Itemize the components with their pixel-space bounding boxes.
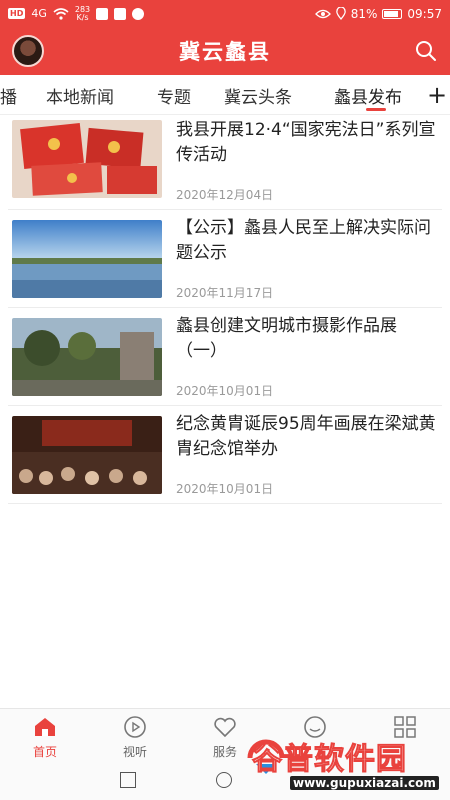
recent-apps-button[interactable]	[120, 772, 136, 788]
news-thumbnail	[12, 120, 162, 198]
status-left: HD 4G 283 K/s	[8, 5, 145, 22]
eye-icon	[314, 9, 331, 18]
add-tab-button[interactable]: +	[424, 75, 450, 114]
status-right: 81% 09:57	[314, 6, 442, 21]
app-screen: HD 4G 283 K/s 81% 09:57 冀云蠡县 播 本地新闻 专题 冀…	[0, 0, 450, 800]
news-title[interactable]: 蠡县创建文明城市摄影作品展（一）	[176, 314, 436, 364]
network-speed: 283 K/s	[75, 5, 90, 22]
watermark: 谷普软件园 www.gupuxiazai.com	[246, 730, 446, 796]
tab-jiyun-headlines[interactable]: 冀云头条	[224, 83, 292, 108]
news-item[interactable]: 纪念黄胄诞辰95周年画展在梁斌黄胄纪念馆举办 2020年10月01日	[8, 406, 442, 504]
page-title: 冀云蠡县	[179, 40, 271, 64]
status-bar: HD 4G 283 K/s 81% 09:57	[0, 0, 450, 27]
network-type: 4G	[31, 7, 47, 20]
news-title[interactable]: 【公示】蠡县人民至上解决实际问题公示	[176, 216, 436, 266]
tab-local-news[interactable]: 本地新闻	[46, 83, 114, 108]
app-header: 冀云蠡县	[0, 27, 450, 75]
watermark-url: www.gupuxiazai.com	[290, 776, 439, 790]
network-badge: HD	[8, 8, 26, 19]
tab-broadcast[interactable]: 播	[0, 83, 17, 108]
clock: 09:57	[407, 6, 442, 21]
news-item[interactable]: 蠡县创建文明城市摄影作品展（一） 2020年10月01日	[8, 308, 442, 406]
nav-audiovisual[interactable]: 视听	[90, 709, 180, 761]
speed-unit: K/s	[76, 12, 89, 22]
category-tabs: 播 本地新闻 专题 冀云头条 蠡县发布 +	[0, 75, 450, 115]
search-icon[interactable]	[414, 39, 438, 63]
news-thumbnail	[12, 220, 162, 298]
tab-topics[interactable]: 专题	[157, 83, 191, 108]
news-title[interactable]: 纪念黄胄诞辰95周年画展在梁斌黄胄纪念馆举办	[176, 412, 436, 462]
news-thumbnail	[12, 416, 162, 494]
news-date: 2020年10月01日	[176, 384, 274, 398]
active-tab-indicator	[366, 108, 386, 111]
message-icon	[114, 7, 127, 20]
home-icon	[35, 718, 55, 736]
notification-icon	[96, 7, 109, 20]
news-date: 2020年10月01日	[176, 482, 274, 496]
news-title[interactable]: 我县开展12·4“国家宪法日”系列宣传活动	[176, 118, 436, 168]
nav-home-label: 首页	[32, 745, 57, 759]
news-list: 我县开展12·4“国家宪法日”系列宣传活动 2020年12月04日 【公示】蠡县…	[0, 116, 450, 504]
home-button[interactable]	[216, 772, 232, 788]
tab-lixian-release[interactable]: 蠡县发布	[334, 83, 402, 108]
news-date: 2020年12月04日	[176, 188, 274, 202]
wifi-icon	[53, 7, 69, 20]
news-item[interactable]: 【公示】蠡县人民至上解决实际问题公示 2020年11月17日	[8, 210, 442, 308]
news-thumbnail	[12, 318, 162, 396]
battery-percent: 81%	[350, 6, 378, 21]
nav-home[interactable]: 首页	[0, 709, 90, 761]
avatar[interactable]	[12, 35, 44, 67]
heart-icon	[214, 717, 236, 738]
app-notification-icon	[132, 7, 145, 20]
news-item[interactable]: 我县开展12·4“国家宪法日”系列宣传活动 2020年12月04日	[8, 116, 442, 210]
nav-audiovisual-label: 视听	[122, 745, 147, 759]
watermark-title: 谷普软件园	[252, 742, 407, 778]
battery-icon	[382, 8, 403, 19]
play-icon	[124, 716, 146, 738]
news-date: 2020年11月17日	[176, 286, 274, 300]
location-icon	[335, 7, 346, 20]
